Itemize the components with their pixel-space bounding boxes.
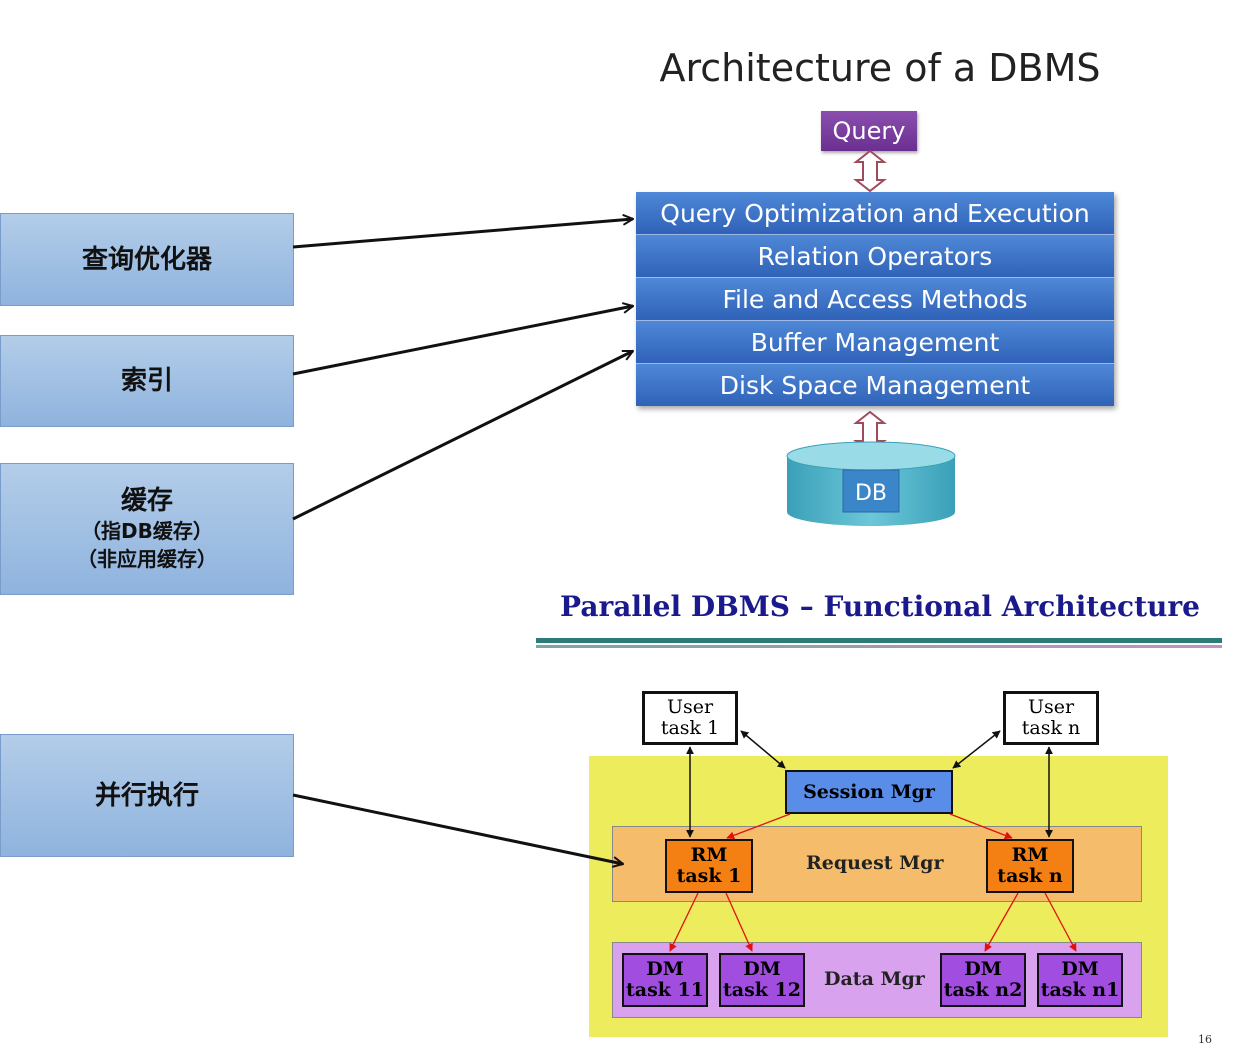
arrow-user1-session (740, 730, 786, 769)
arrow-index (292, 306, 633, 376)
arrow-session-rm1 (726, 813, 791, 840)
arrow-session-rmn (949, 813, 1013, 840)
diagram-arrows: DB (292, 149, 1077, 952)
arrow-optimizer (292, 219, 633, 249)
arrow-rm1-dm11 (669, 892, 699, 952)
db-cylinder: DB (786, 441, 956, 526)
arrow-rm1-dm12 (725, 892, 753, 952)
arrow-parallel (292, 793, 623, 864)
db-label: DB (855, 481, 887, 506)
arrow-rmn-dmn1 (1044, 892, 1077, 952)
arrow-cache (292, 349, 633, 521)
arrow-rmn-dmn2 (984, 892, 1019, 952)
arrow-usern-session (952, 730, 1001, 769)
double-arrow-query-stack (853, 149, 887, 193)
